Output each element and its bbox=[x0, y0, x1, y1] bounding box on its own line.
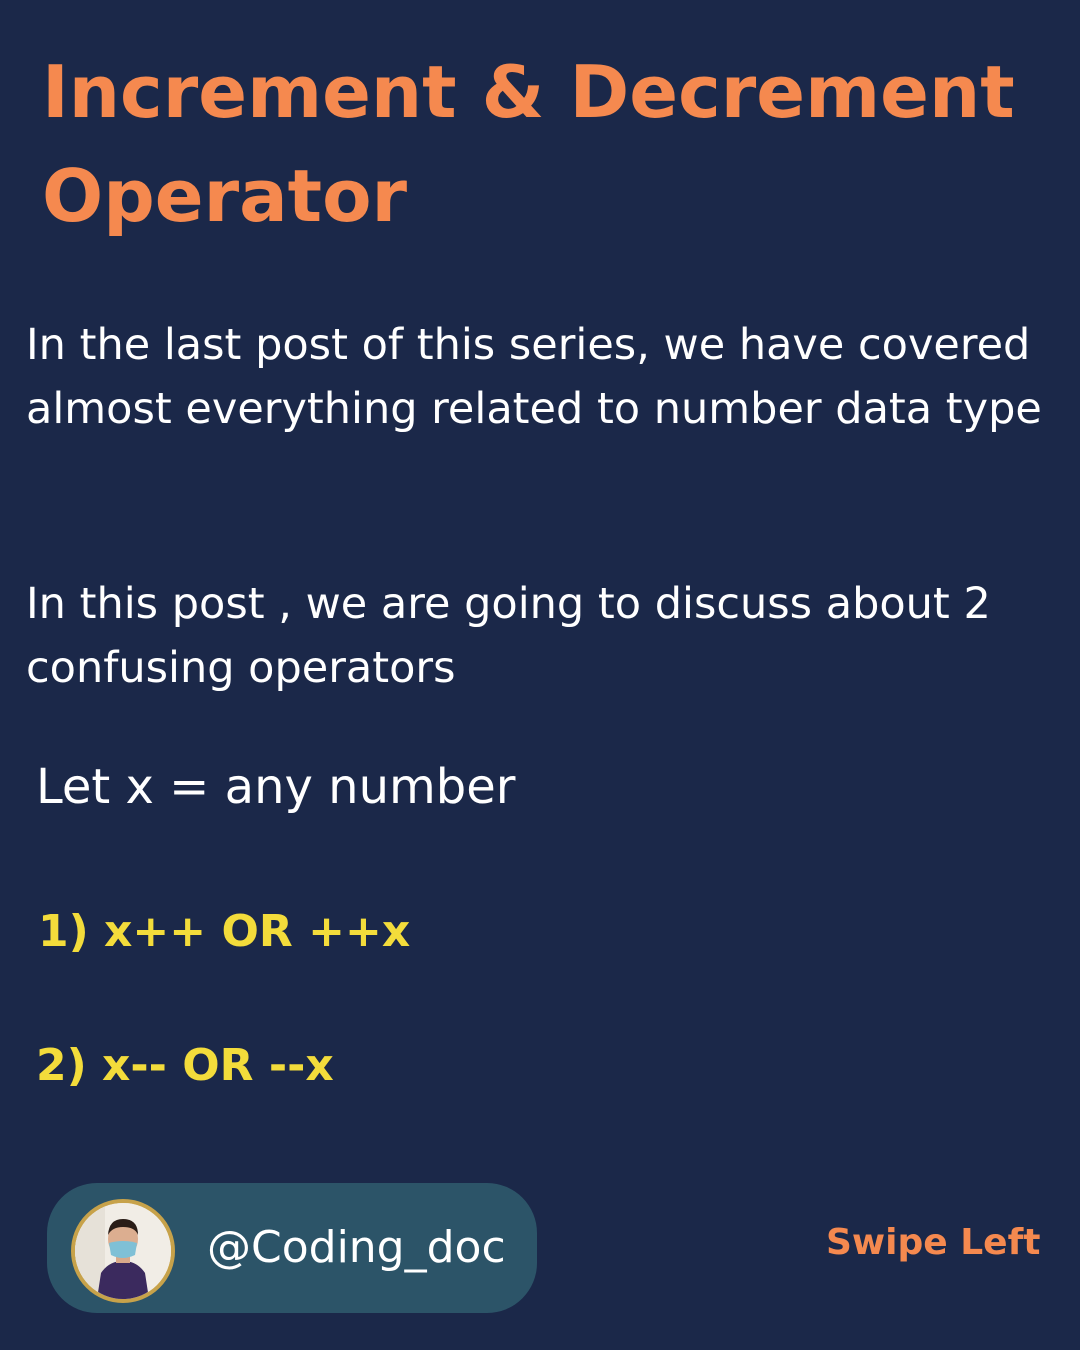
post-title: Increment & Decrement Operator bbox=[42, 50, 1015, 238]
intro-paragraph: In the last post of this series, we have… bbox=[26, 320, 1042, 434]
let-statement: Let x = any number bbox=[36, 759, 516, 815]
avatar[interactable] bbox=[71, 1199, 175, 1303]
swipe-left-label[interactable]: Swipe Left bbox=[826, 1218, 1040, 1268]
operator-decrement: 2) x-- OR --x bbox=[36, 1040, 334, 1091]
profile-photo-icon bbox=[75, 1203, 171, 1299]
profile-pill[interactable]: @Coding_doc bbox=[47, 1183, 537, 1313]
topic-paragraph: In this post , we are going to discuss a… bbox=[26, 579, 991, 693]
profile-handle[interactable]: @Coding_doc bbox=[207, 1219, 506, 1277]
operator-increment: 1) x++ OR ++x bbox=[38, 906, 411, 957]
